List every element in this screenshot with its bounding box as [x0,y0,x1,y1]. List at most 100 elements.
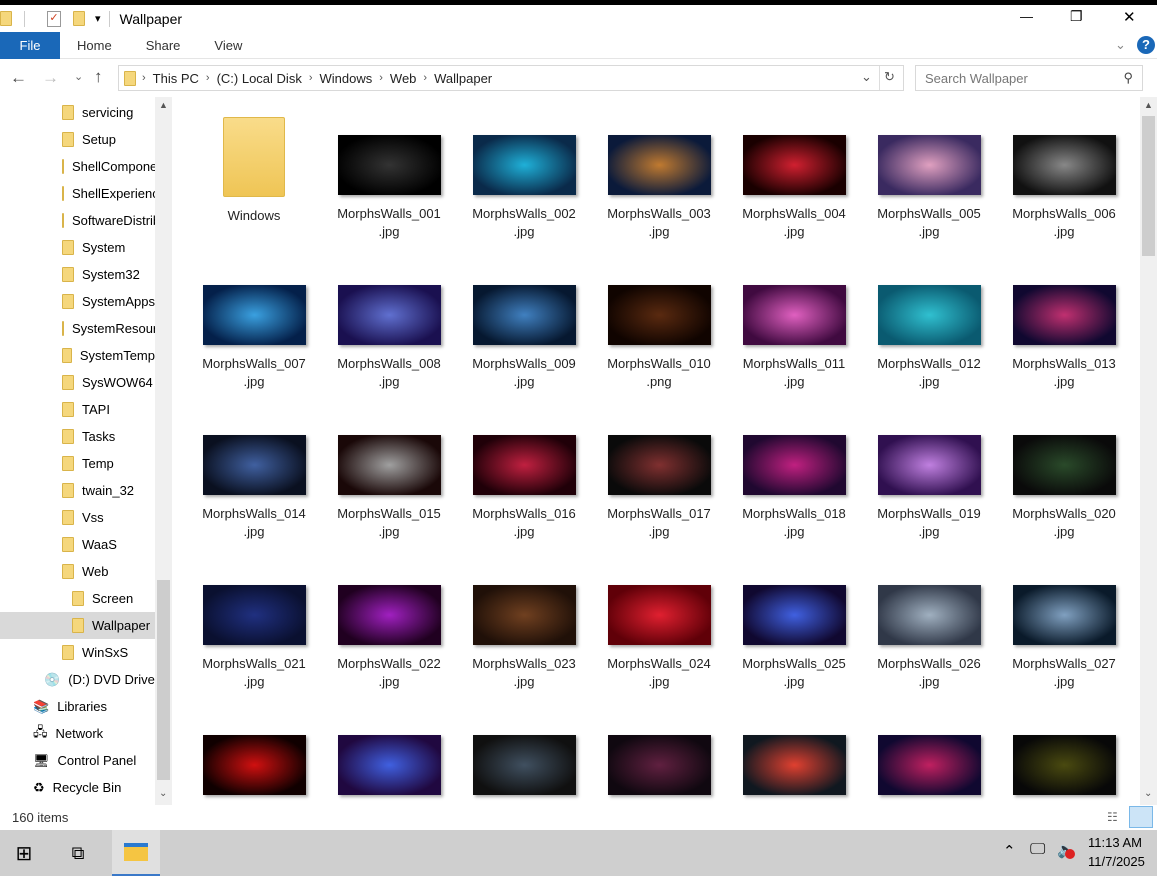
file-item[interactable]: MorphsWalls_010 .png [599,285,719,391]
file-item[interactable]: MorphsWalls_012 .jpg [869,285,989,391]
sidebar-item[interactable]: SystemResources [0,315,155,342]
file-item[interactable]: MorphsWalls_004 .jpg [734,135,854,241]
show-hidden-icons[interactable]: ⌃ [1003,842,1016,860]
file-item[interactable]: MorphsWalls_011 .jpg [734,285,854,391]
sidebar-item[interactable]: ♻ Recycle Bin [0,774,155,801]
file-item[interactable]: MorphsWalls_025 .jpg [734,585,854,691]
sidebar-item[interactable]: WaaS [0,531,155,558]
sidebar-item[interactable]: 💿 (D:) DVD Drive [0,666,155,693]
tab-file[interactable]: File [0,31,60,59]
file-item[interactable]: MorphsWalls_002 .jpg [464,135,584,241]
sidebar-item[interactable]: 🖧 Network [0,720,155,747]
sidebar-item[interactable]: SoftwareDistribution [0,207,155,234]
sidebar-item[interactable]: TAPI [0,396,155,423]
clock-time[interactable]: 11:13 AM [1088,835,1142,850]
nav-scroll-down[interactable]: ⌄ [159,788,167,799]
forward-button[interactable]: → [42,68,59,88]
sidebar-item[interactable]: 🖥 Control Panel [0,747,155,774]
file-item[interactable]: MorphsWalls_006 .jpg [1004,135,1124,241]
folder-item[interactable]: Windows [194,117,314,225]
file-item[interactable] [194,735,314,795]
file-item[interactable]: MorphsWalls_026 .jpg [869,585,989,691]
file-item[interactable] [1004,735,1124,795]
sidebar-item[interactable]: System [0,234,155,261]
content-scrollbar-thumb[interactable] [1142,116,1155,256]
sidebar-item[interactable]: SysWOW64 [0,369,155,396]
breadcrumb-this-pc[interactable]: This PC [146,71,206,86]
sidebar-item[interactable]: ShellExperiences [0,180,155,207]
details-view-button[interactable]: ☷ [1107,810,1118,824]
file-item[interactable]: MorphsWalls_023 .jpg [464,585,584,691]
file-item[interactable]: MorphsWalls_017 .jpg [599,435,719,541]
breadcrumb-local-disk[interactable]: (C:) Local Disk [210,71,309,86]
tab-share[interactable]: Share [129,32,198,59]
file-item[interactable] [329,735,449,795]
file-item[interactable]: MorphsWalls_015 .jpg [329,435,449,541]
sidebar-item[interactable]: Web [0,558,155,585]
address-bar[interactable]: › This PC › (C:) Local Disk › Windows › Web … [118,65,904,91]
sidebar-item[interactable]: Screen [0,585,155,612]
sidebar-item[interactable]: WinSxS [0,639,155,666]
large-icons-view-button[interactable] [1129,806,1153,828]
help-icon[interactable]: ? [1137,36,1155,54]
file-item[interactable] [869,735,989,795]
recent-locations-icon[interactable]: ⌄ [74,70,83,83]
back-button[interactable]: ← [10,68,27,88]
sidebar-item[interactable]: twain_32 [0,477,155,504]
close-button[interactable]: ✕ [1123,8,1136,26]
file-item[interactable]: MorphsWalls_021 .jpg [194,585,314,691]
customize-toolbar-icon[interactable]: ▾ [95,12,101,25]
breadcrumb-web[interactable]: Web [383,71,424,86]
file-item[interactable]: MorphsWalls_014 .jpg [194,435,314,541]
file-item[interactable] [599,735,719,795]
refresh-icon[interactable]: ↻ [884,69,895,85]
sidebar-item[interactable]: SystemTemp [0,342,155,369]
nav-scroll-up[interactable]: ▲ [159,100,168,110]
file-item[interactable]: MorphsWalls_027 .jpg [1004,585,1124,691]
file-item[interactable] [734,735,854,795]
breadcrumb-wallpaper[interactable]: Wallpaper [427,71,499,86]
tab-view[interactable]: View [197,32,259,59]
sidebar-item[interactable]: SystemApps [0,288,155,315]
file-explorer-taskbar-button[interactable] [112,830,160,876]
network-icon[interactable]: 🖵 [1030,841,1045,859]
sidebar-item[interactable]: 📚 Libraries [0,693,155,720]
file-item[interactable] [464,735,584,795]
file-item[interactable]: MorphsWalls_024 .jpg [599,585,719,691]
sidebar-item[interactable]: Setup [0,126,155,153]
file-item[interactable]: MorphsWalls_007 .jpg [194,285,314,391]
tab-home[interactable]: Home [60,32,129,59]
sidebar-item[interactable]: Temp [0,450,155,477]
start-button[interactable]: ⊞ [0,830,48,876]
file-item[interactable]: MorphsWalls_020 .jpg [1004,435,1124,541]
expand-ribbon-icon[interactable]: ⌄ [1115,37,1126,53]
sidebar-item[interactable]: Tasks [0,423,155,450]
file-item[interactable]: MorphsWalls_018 .jpg [734,435,854,541]
sidebar-item[interactable]: Vss [0,504,155,531]
file-item[interactable]: MorphsWalls_013 .jpg [1004,285,1124,391]
search-input[interactable]: Search Wallpaper ⚲ [915,65,1143,91]
maximize-button[interactable]: ❐ [1070,8,1083,25]
file-item[interactable]: MorphsWalls_005 .jpg [869,135,989,241]
sidebar-item[interactable]: System32 [0,261,155,288]
sidebar-item[interactable]: ShellComponents [0,153,155,180]
task-view-button[interactable]: ⧉ [54,830,102,876]
file-item[interactable]: MorphsWalls_022 .jpg [329,585,449,691]
new-folder-icon[interactable] [73,11,85,26]
file-item[interactable]: MorphsWalls_019 .jpg [869,435,989,541]
file-item[interactable]: MorphsWalls_008 .jpg [329,285,449,391]
clock-date[interactable]: 11/7/2025 [1088,854,1145,869]
minimize-button[interactable]: — [1020,9,1033,24]
file-item[interactable]: MorphsWalls_003 .jpg [599,135,719,241]
properties-icon[interactable]: ✓ [47,10,61,27]
volume-muted-icon[interactable]: 🔈 [1057,841,1076,859]
breadcrumb-windows[interactable]: Windows [313,71,380,86]
file-item[interactable]: MorphsWalls_009 .jpg [464,285,584,391]
sidebar-item[interactable]: servicing [0,99,155,126]
nav-scrollbar-thumb[interactable] [157,580,170,780]
scroll-up[interactable]: ▲ [1144,100,1153,110]
up-button[interactable]: ↑ [94,67,103,87]
file-item[interactable]: MorphsWalls_016 .jpg [464,435,584,541]
address-dropdown-icon[interactable]: ⌄ [861,69,872,85]
sidebar-item[interactable]: Wallpaper [0,612,155,639]
